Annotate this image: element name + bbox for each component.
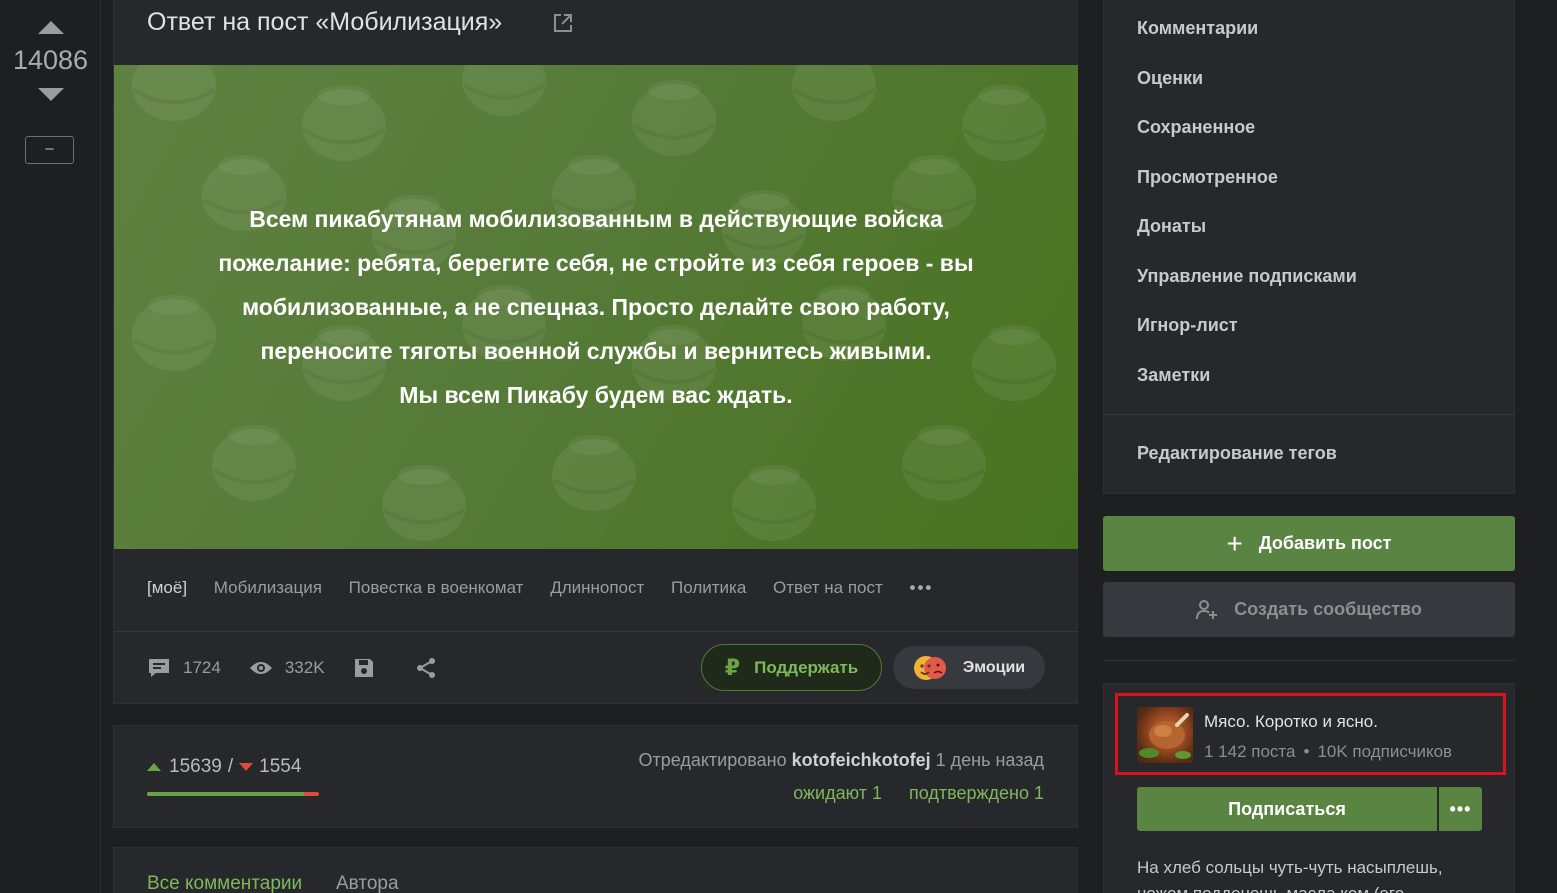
community-subscribers: 10K подписчиков (1317, 742, 1453, 761)
story-actions: 1724 332K (147, 655, 477, 681)
menu-item-subscriptions[interactable]: Управление подписками (1137, 266, 1357, 287)
banner-line: пожелание: ребята, берегите себя, не стр… (218, 250, 974, 276)
tag-item[interactable]: [моё] (147, 578, 187, 597)
plus-icon: + (1226, 527, 1243, 559)
rating-bar (147, 792, 319, 796)
edited-user[interactable]: kotofeichkotofej (792, 750, 931, 770)
divider (1104, 414, 1515, 415)
community-description: На хлеб сольцы чуть-чуть насыплешь, ножо… (1137, 858, 1443, 893)
edited-time: 1 день назад (935, 750, 1044, 770)
views-count: 332K (284, 658, 325, 677)
share-icon (416, 658, 435, 678)
subscribe-button[interactable]: Подписаться (1137, 787, 1437, 831)
vote-up-icon[interactable] (38, 21, 64, 34)
vote-score: 14086 (12, 45, 89, 75)
add-post-button[interactable]: + Добавить пост (1103, 516, 1515, 571)
story-title[interactable]: Ответ на пост «Мобилизация» (147, 8, 502, 37)
views-counter: 332K (249, 658, 325, 678)
add-user-icon (1196, 599, 1218, 619)
comments-card: Все комментарии Автора (113, 847, 1078, 893)
emotion-faces-icon (913, 655, 946, 680)
menu-item-donations[interactable]: Донаты (1137, 216, 1206, 237)
eye-icon (249, 662, 272, 674)
menu-item-edit-tags[interactable]: Редактирование тегов (1137, 443, 1337, 464)
tag-item[interactable]: Ответ на пост (773, 578, 883, 597)
rating-summary: 15639 / 1554 (147, 756, 301, 778)
emotions-label: Эмоции (962, 658, 1026, 676)
tab-all-comments[interactable]: Все комментарии (147, 873, 302, 893)
external-link-icon[interactable] (552, 12, 574, 34)
banner-line: мобилизованные, а не спецназ. Просто дел… (242, 294, 950, 320)
emotions-button[interactable]: Эмоции (893, 646, 1045, 689)
story-image: Всем пикабутянам мобилизованным в действ… (114, 65, 1078, 549)
comments-button[interactable]: 1724 (147, 657, 221, 679)
community-name[interactable]: Мясо. Коротко и ясно. (1204, 712, 1378, 732)
banner-line: Всем пикабутянам мобилизованным в действ… (249, 206, 943, 232)
vote-down-icon[interactable] (38, 88, 64, 101)
community-posts: 1 142 поста (1204, 742, 1296, 761)
minus-icon (239, 763, 254, 771)
tag-list: [моё] Мобилизация Повестка в военкомат Д… (147, 578, 955, 598)
dot-separator: • (1303, 742, 1310, 761)
confirmed-link[interactable]: подтверждено 1 (909, 783, 1044, 803)
menu-item-ratings[interactable]: Оценки (1137, 68, 1203, 89)
profile-menu: Комментарии Оценки Сохраненное Просмотре… (1103, 0, 1515, 494)
rating-bar-fill (147, 792, 304, 796)
support-label: Поддержать (754, 657, 859, 677)
comment-icon (149, 659, 169, 677)
menu-item-comments[interactable]: Комментарии (1137, 18, 1258, 39)
banner-line: Мы всем Пикабу будем вас ждать. (399, 382, 793, 408)
banner-line: переносите тяготы военной службы и верни… (260, 338, 932, 364)
share-button[interactable] (415, 657, 449, 679)
save-icon (354, 659, 373, 677)
edited-prefix: Отредактировано (638, 750, 787, 770)
community-card: Мясо. Коротко и ясно. 1 142 поста • 10K по… (1103, 683, 1515, 893)
story-card: Ответ на пост «Мобилизация» Всем пикабут… (113, 0, 1078, 704)
edited-info: Отредактировано kotofeichkotofej 1 день … (638, 750, 1044, 771)
community-avatar[interactable] (1137, 707, 1193, 763)
community-stats: 1 142 поста • 10K подписчиков (1204, 742, 1452, 762)
rating-separator: / (227, 756, 234, 777)
roast-meat-icon (1139, 713, 1191, 759)
plus-icon (147, 763, 161, 771)
divider (114, 631, 1078, 632)
edit-status: ожидают 1 подтверждено 1 (771, 783, 1044, 804)
tag-item[interactable]: Политика (671, 578, 746, 597)
ruble-icon: ₽ (724, 654, 741, 680)
tag-item[interactable]: Мобилизация (214, 578, 322, 597)
create-community-button[interactable]: Создать сообщество (1103, 582, 1515, 637)
menu-item-ignore-list[interactable]: Игнор-лист (1137, 315, 1238, 336)
banner-text: Всем пикабутянам мобилизованным в действ… (174, 197, 1018, 417)
divider (1103, 660, 1515, 661)
minuses-count: 1554 (259, 756, 302, 777)
save-button[interactable] (353, 657, 387, 679)
tags-more-button[interactable]: ••• (910, 578, 934, 597)
pending-link[interactable]: ожидают 1 (793, 783, 882, 803)
tag-item[interactable]: Повестка в военкомат (349, 578, 524, 597)
tag-item[interactable]: Длиннопост (550, 578, 644, 597)
pluses-count: 15639 (169, 756, 222, 777)
menu-item-viewed[interactable]: Просмотренное (1137, 167, 1278, 188)
menu-item-notes[interactable]: Заметки (1137, 365, 1210, 386)
collapse-button[interactable]: – (25, 136, 74, 164)
menu-item-saved[interactable]: Сохраненное (1137, 117, 1255, 138)
subscribe-more-button[interactable]: ••• (1439, 787, 1482, 831)
vote-rail: 14086 – (0, 0, 101, 893)
rating-card: 15639 / 1554 Отредактировано kotofeichko… (113, 725, 1078, 828)
create-community-label: Создать сообщество (1234, 599, 1422, 619)
comments-count: 1724 (183, 658, 221, 677)
tab-author-comments[interactable]: Автора (336, 873, 399, 893)
support-button[interactable]: ₽ Поддержать (701, 644, 882, 691)
add-post-label: Добавить пост (1258, 533, 1392, 553)
